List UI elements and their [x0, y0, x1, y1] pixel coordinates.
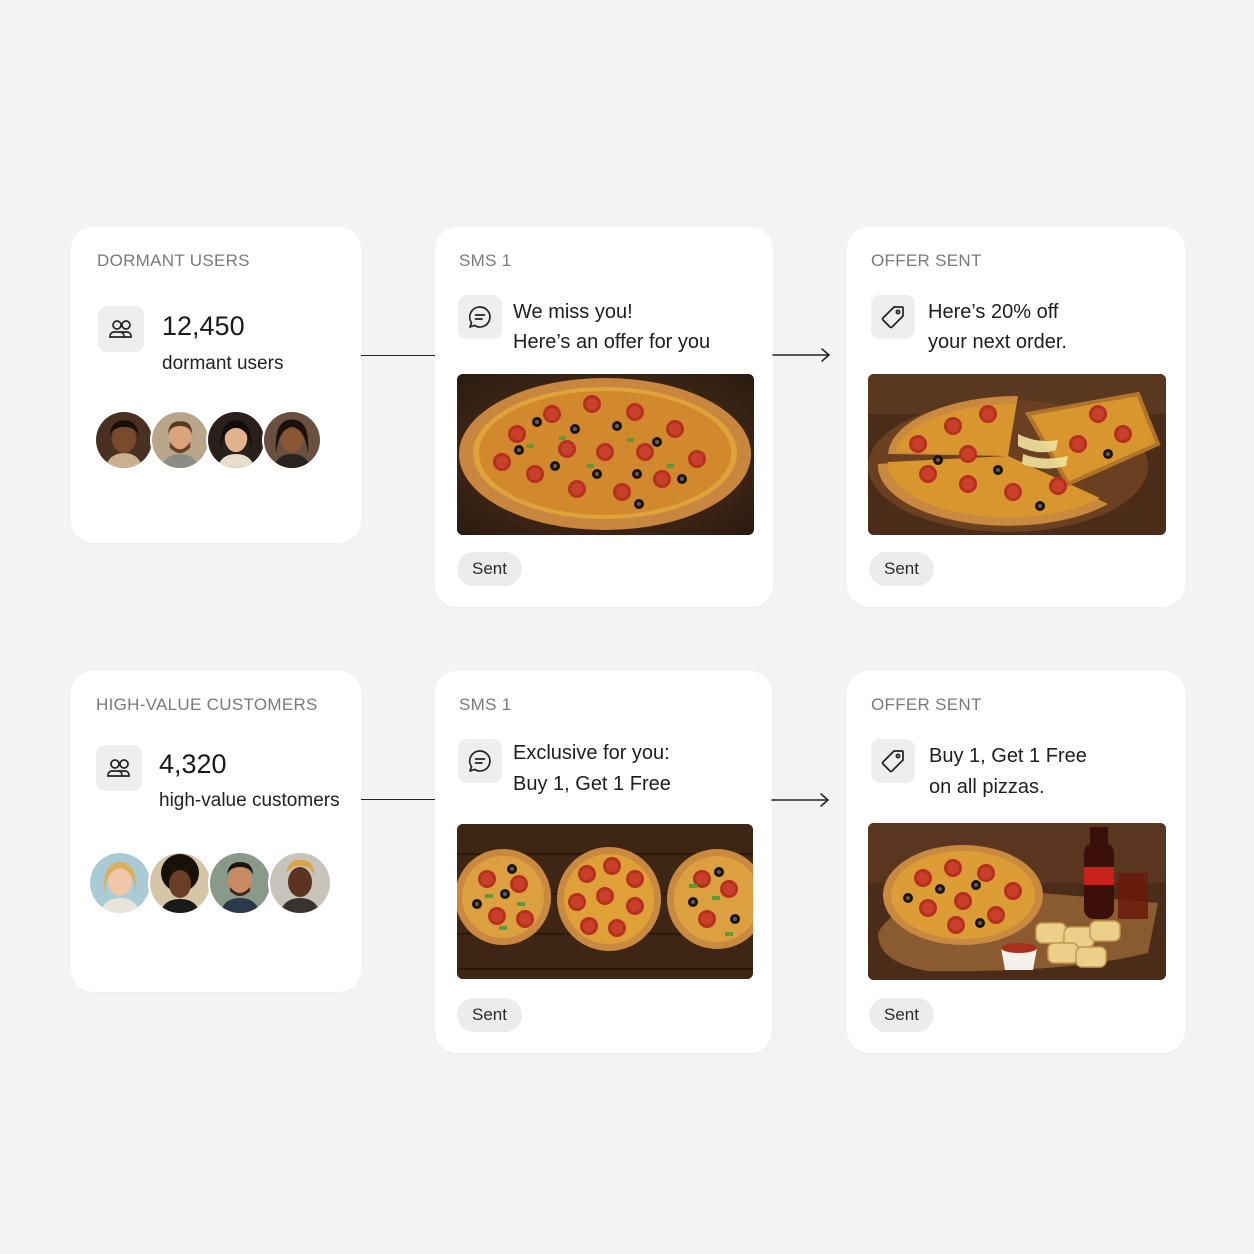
sms-message-line-1: Exclusive for you: [513, 742, 670, 764]
arrow-icon [771, 792, 830, 808]
price-tag-icon [871, 295, 915, 339]
avatar [88, 851, 152, 915]
avatar [94, 410, 154, 470]
users-icon [98, 306, 144, 352]
segment-card-high-value[interactable]: HIGH-VALUE CUSTOMERS 4,320 high-value cu… [71, 671, 361, 992]
avatar-group [94, 410, 322, 470]
users-icon [96, 745, 142, 791]
avatar [206, 410, 266, 470]
offer-message-line-2: on all pizzas. [929, 776, 1045, 798]
sms-message-line-2: Buy 1, Get 1 Free [513, 773, 671, 795]
segment-label: HIGH-VALUE CUSTOMERS [96, 695, 318, 714]
offer-message-line-2: your next order. [928, 331, 1067, 353]
avatar [208, 851, 272, 915]
status-badge: Sent [457, 998, 522, 1032]
sms-card-dormant[interactable]: SMS 1 We miss you! Here’s an offer for y… [435, 227, 773, 607]
status-badge: Sent [457, 552, 522, 586]
avatar [150, 410, 210, 470]
avatar [262, 410, 322, 470]
pizza-slice-cheese-pull-photo [868, 374, 1166, 535]
pepperoni-pizza-photo [457, 374, 754, 535]
sms-label: SMS 1 [459, 695, 512, 714]
connector-line [361, 355, 435, 356]
three-pizzas-photo [457, 824, 753, 979]
segment-count: 12,450 [162, 311, 245, 341]
segment-card-dormant[interactable]: DORMANT USERS 12,450 dormant users [71, 227, 361, 543]
sms-message-line-2: Here’s an offer for you [513, 331, 711, 353]
arrow-icon [772, 347, 831, 363]
offer-card-high-value[interactable]: OFFER SENT Buy 1, Get 1 Free on all pizz… [847, 671, 1185, 1053]
sms-message-line-1: We miss you! [513, 301, 633, 323]
offer-message-line-1: Here’s 20% off [928, 301, 1059, 323]
avatar [148, 851, 212, 915]
status-badge: Sent [869, 998, 934, 1032]
segment-caption: high-value customers [159, 790, 340, 811]
connector-line [361, 799, 435, 800]
sms-label: SMS 1 [459, 251, 512, 270]
offer-label: OFFER SENT [871, 695, 982, 714]
chat-bubble-icon [458, 295, 502, 339]
segment-label: DORMANT USERS [97, 251, 250, 270]
offer-message-line-1: Buy 1, Get 1 Free [929, 745, 1087, 767]
avatar [268, 851, 332, 915]
avatar-group [88, 851, 332, 915]
status-badge: Sent [869, 552, 934, 586]
offer-card-dormant[interactable]: OFFER SENT Here’s 20% off your next orde… [847, 227, 1185, 607]
offer-label: OFFER SENT [871, 251, 982, 270]
price-tag-icon [871, 739, 915, 783]
sms-card-high-value[interactable]: SMS 1 Exclusive for you: Buy 1, Get 1 Fr… [435, 671, 772, 1053]
pizza-bread-cola-photo [868, 823, 1166, 980]
segment-count: 4,320 [159, 749, 227, 779]
chat-bubble-icon [458, 739, 502, 783]
segment-caption: dormant users [162, 353, 284, 374]
